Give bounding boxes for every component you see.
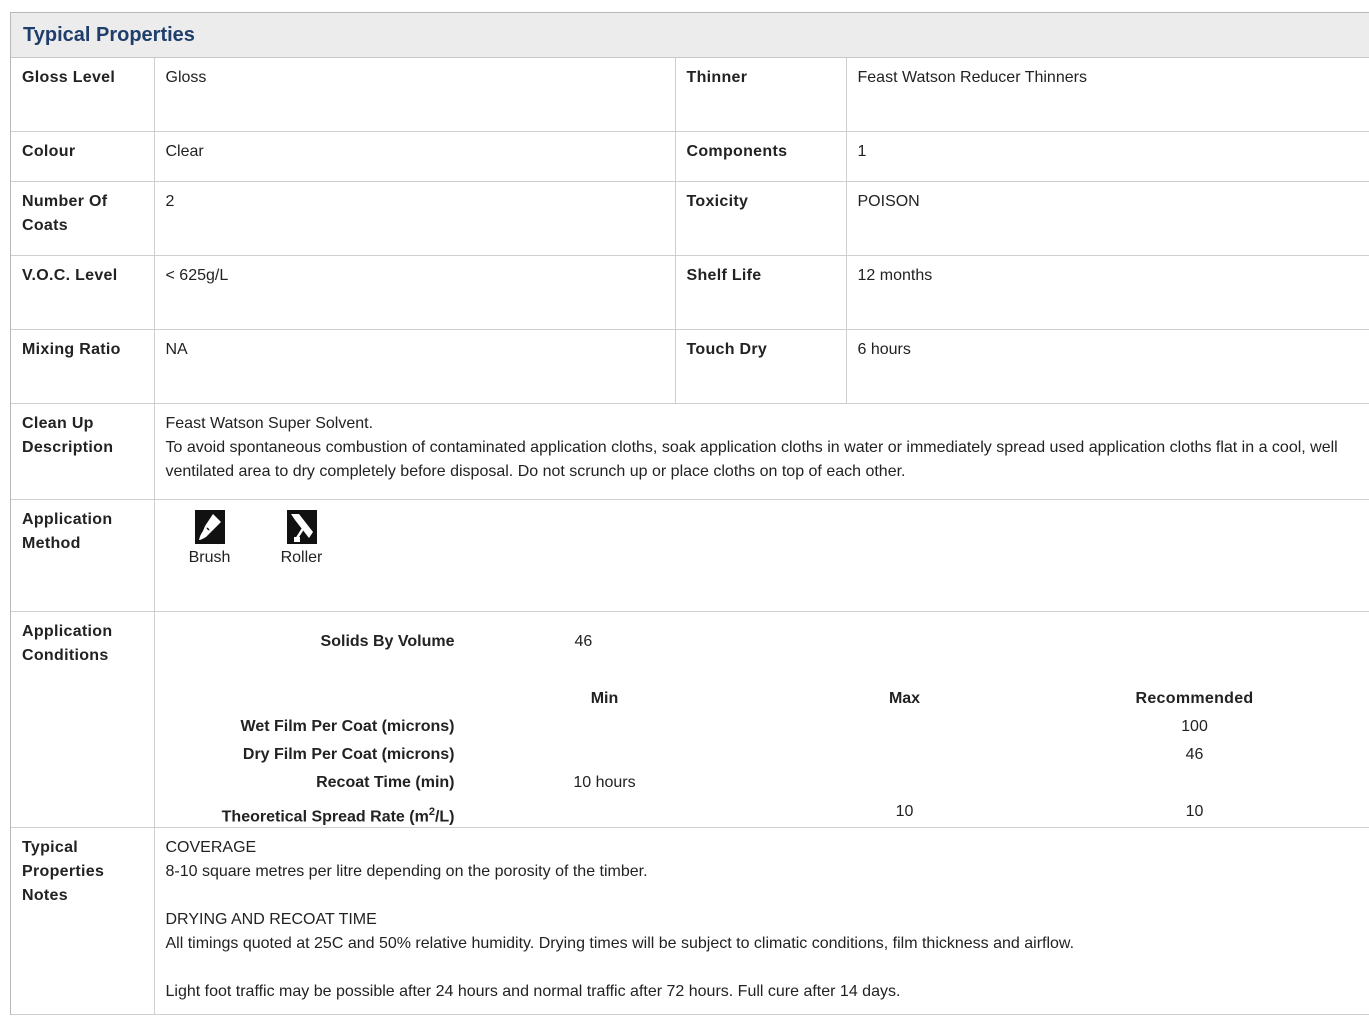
clean-up-description-label: Clean Up Description <box>11 403 155 500</box>
header-max: Max <box>888 690 921 707</box>
gloss-level-label: Gloss Level <box>11 58 155 132</box>
dry-film-label: Dry Film Per Coat (microns) <box>242 746 455 763</box>
brush-icon <box>194 510 225 544</box>
coverage-heading: COVERAGE <box>165 839 257 856</box>
table-row: Colour Clear Components 1 <box>11 131 1369 182</box>
solids-by-volume-value: 46 <box>574 633 593 650</box>
method-roller: Roller <box>276 510 328 570</box>
drying-heading: DRYING AND RECOAT TIME <box>165 911 377 928</box>
recoat-time-label: Recoat Time (min) <box>316 774 455 791</box>
number-of-coats-label: Number Of Coats <box>11 181 155 256</box>
application-method-label: Application Method <box>11 499 155 612</box>
method-brush: Brush <box>184 510 236 570</box>
colour-value: Clear <box>154 131 676 182</box>
roller-icon <box>286 510 317 544</box>
toxicity-value: POISON <box>846 181 1369 256</box>
spread-rate-recommended: 10 <box>1185 803 1204 820</box>
panel-header: Typical Properties <box>11 13 1369 58</box>
table-row: Application Method Brush Roller <box>11 499 1369 612</box>
voc-level-value: < 625g/L <box>154 255 676 330</box>
application-method-value: Brush Roller <box>154 499 1369 612</box>
thinner-value: Feast Watson Reducer Thinners <box>846 58 1369 132</box>
spread-rate-max: 10 <box>895 803 914 820</box>
application-conditions-label: Application Conditions <box>11 611 155 828</box>
method-roller-label: Roller <box>280 549 323 566</box>
dry-film-recommended: 46 <box>1185 746 1204 763</box>
application-conditions-value: Solids By Volume 46 Min Max Recommended … <box>154 611 1369 828</box>
typical-properties-notes-value: COVERAGE 8-10 square metres per litre de… <box>154 827 1369 1015</box>
touch-dry-value: 6 hours <box>846 329 1369 404</box>
drying-text: All timings quoted at 25C and 50% relati… <box>165 935 1075 952</box>
solids-by-volume-label: Solids By Volume <box>320 633 455 650</box>
method-brush-label: Brush <box>188 549 231 566</box>
properties-table: Gloss Level Gloss Thinner Feast Watson R… <box>11 58 1369 1015</box>
gloss-level-value: Gloss <box>154 58 676 132</box>
application-conditions-grid: Solids By Volume 46 Min Max Recommended … <box>155 612 1345 825</box>
typical-properties-notes-label: Typical Properties Notes <box>11 827 155 1015</box>
application-method-list: Brush Roller <box>166 508 1369 570</box>
components-value: 1 <box>846 131 1369 182</box>
components-label: Components <box>675 131 847 182</box>
mixing-ratio-label: Mixing Ratio <box>11 329 155 404</box>
thinner-label: Thinner <box>675 58 847 132</box>
table-row: Clean Up Description Feast Watson Super … <box>11 403 1369 500</box>
clean-up-solvent: Feast Watson Super Solvent. <box>165 415 374 432</box>
wet-film-label: Wet Film Per Coat (microns) <box>240 718 455 735</box>
table-row: Number Of Coats 2 Toxicity POISON <box>11 181 1369 256</box>
shelf-life-label: Shelf Life <box>675 255 847 330</box>
header-min: Min <box>590 690 619 707</box>
panel-title: Typical Properties <box>23 23 195 46</box>
table-row: Gloss Level Gloss Thinner Feast Watson R… <box>11 58 1369 132</box>
touch-dry-label: Touch Dry <box>675 329 847 404</box>
table-row: Application Conditions Solids By Volume … <box>11 611 1369 828</box>
header-recommended: Recommended <box>1135 690 1254 707</box>
shelf-life-value: 12 months <box>846 255 1369 330</box>
coverage-text: 8-10 square metres per litre depending o… <box>165 863 648 880</box>
table-row: V.O.C. Level < 625g/L Shelf Life 12 mont… <box>11 255 1369 330</box>
typical-properties-panel: Typical Properties Gloss Level Gloss Thi… <box>10 12 1369 1015</box>
traffic-text: Light foot traffic may be possible after… <box>165 983 901 1000</box>
wet-film-recommended: 100 <box>1181 718 1208 735</box>
toxicity-label: Toxicity <box>675 181 847 256</box>
table-row: Typical Properties Notes COVERAGE 8-10 s… <box>11 827 1369 1015</box>
clean-up-instructions: To avoid spontaneous combustion of conta… <box>165 439 1338 480</box>
colour-label: Colour <box>11 131 155 182</box>
recoat-time-min: 10 hours <box>573 774 636 791</box>
voc-level-label: V.O.C. Level <box>11 255 155 330</box>
number-of-coats-value: 2 <box>154 181 676 256</box>
mixing-ratio-value: NA <box>154 329 676 404</box>
table-row: Mixing Ratio NA Touch Dry 6 hours <box>11 329 1369 404</box>
clean-up-description-value: Feast Watson Super Solvent. To avoid spo… <box>154 403 1369 500</box>
spread-rate-label: Theoretical Spread Rate (m2/L) <box>221 806 455 826</box>
